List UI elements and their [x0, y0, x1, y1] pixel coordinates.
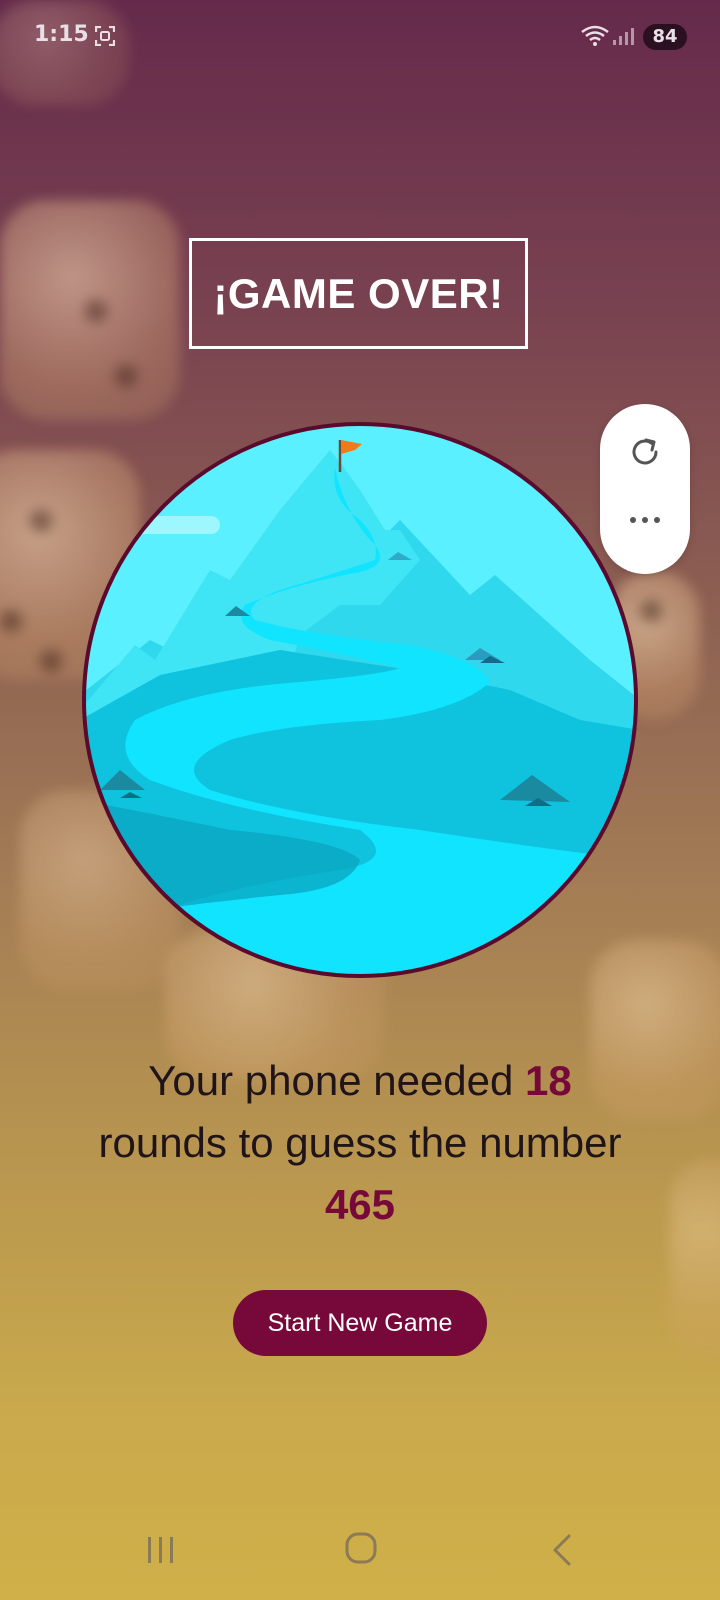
screenshot-icon	[95, 26, 115, 46]
rounds-count: 18	[525, 1057, 572, 1104]
battery-indicator: 84	[643, 24, 687, 50]
mountain-illustration	[82, 422, 638, 978]
cloud	[120, 516, 220, 534]
result-text-middle: rounds to guess the number	[98, 1119, 622, 1166]
status-time: 1:15	[34, 22, 89, 47]
start-new-game-button[interactable]: Start New Game	[233, 1290, 487, 1356]
back-icon[interactable]	[550, 1534, 574, 1566]
result-line-1: Your phone needed 18	[40, 1050, 680, 1112]
wifi-icon	[581, 25, 609, 46]
result-text-before: Your phone needed	[148, 1057, 526, 1104]
result-message: Your phone needed 18 rounds to guess the…	[40, 1050, 680, 1236]
navigation-bar	[0, 1510, 720, 1600]
home-icon[interactable]	[345, 1532, 377, 1564]
page-title: ¡GAME OVER!	[213, 269, 504, 317]
die-pip	[0, 610, 22, 632]
die-pip	[640, 600, 662, 622]
signal-icon	[613, 28, 634, 45]
blurred-die	[0, 200, 180, 420]
die-pip	[40, 650, 62, 672]
status-bar: 1:15 84	[0, 0, 720, 76]
die-pip	[115, 365, 137, 387]
die-pip	[85, 300, 107, 322]
die-pip	[30, 510, 52, 532]
recent-apps-icon[interactable]	[145, 1535, 177, 1565]
game-over-title-box: ¡GAME OVER!	[189, 238, 528, 349]
guessed-number: 465	[324, 1181, 396, 1228]
